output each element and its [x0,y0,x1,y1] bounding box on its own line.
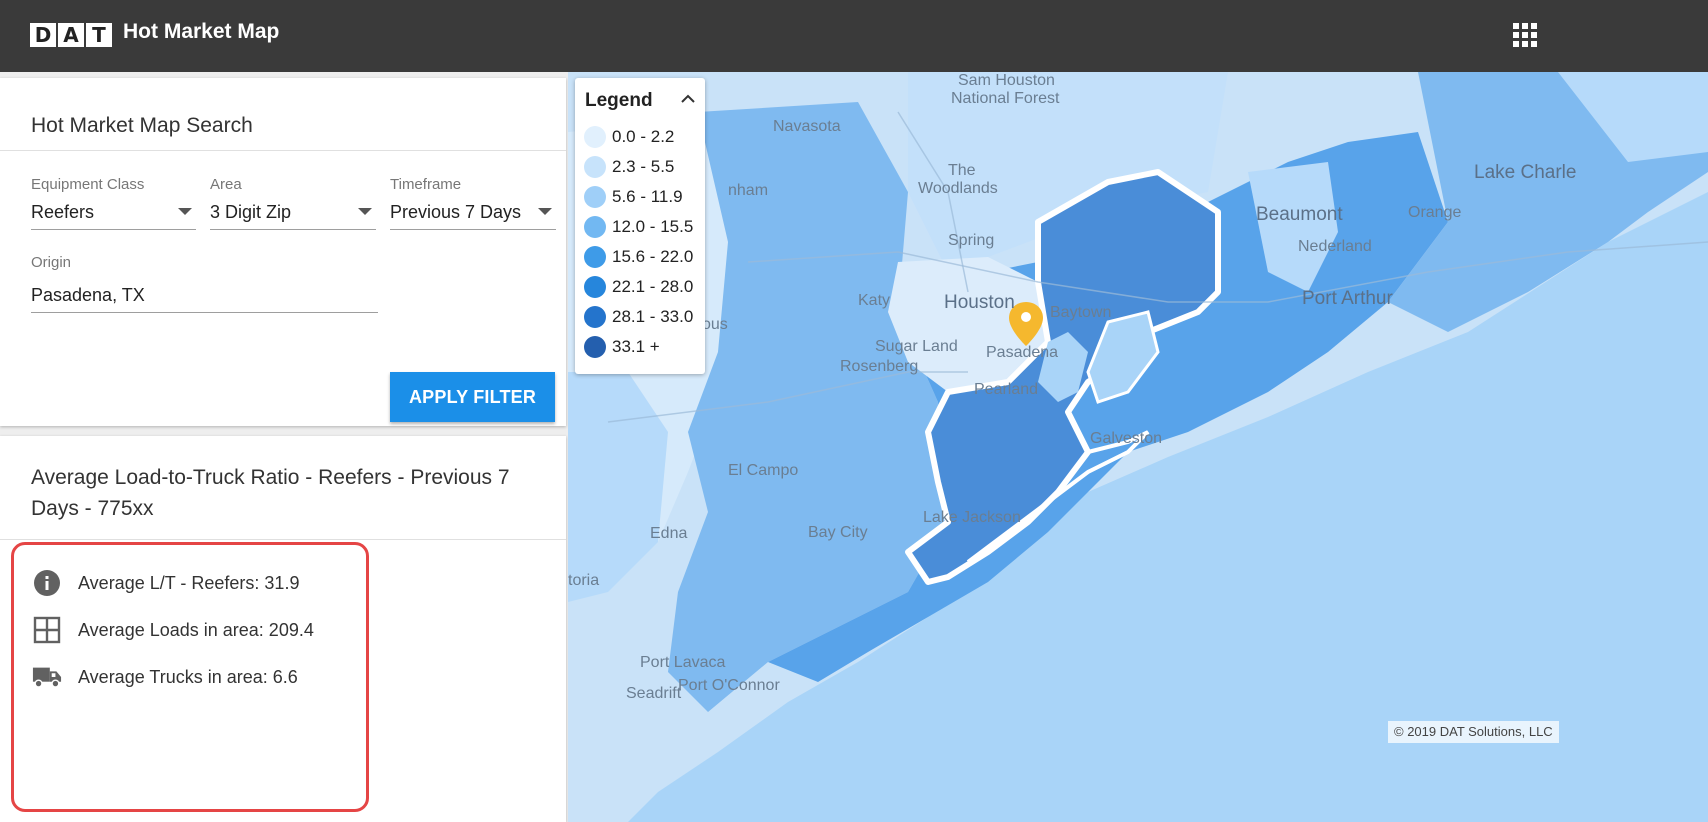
divider [0,150,566,151]
map-label: Port O'Connor [678,677,780,694]
chevron-down-icon [538,208,552,215]
logo-letter-t: T [86,23,112,47]
equipment-class-value: Reefers [31,202,95,222]
search-card-title: Hot Market Map Search [31,114,253,137]
map-label: Port Arthur [1302,288,1393,309]
logo-letter-a: A [58,23,84,47]
map-label: Lake Jackson [923,509,1021,526]
equipment-class-label: Equipment Class [31,176,145,193]
map-label: The [948,162,976,179]
map-label: Sugar Land [875,338,958,355]
map-label: Navasota [773,118,841,135]
area-select[interactable]: 3 Digit Zip [210,198,376,230]
map-label: Spring [948,232,995,249]
legend-swatch [584,156,606,178]
legend-item: 12.0 - 15.5 [584,215,693,239]
legend-range: 15.6 - 22.0 [612,247,694,266]
map-legend: Legend 0.0 - 2.2 2.3 - 5.5 5.6 - 11.9 12… [575,78,705,374]
area-label: Area [210,176,242,193]
highlight-annotation [11,542,369,812]
logo-letter-d: D [30,23,56,47]
legend-swatch [584,246,606,268]
timeframe-value: Previous 7 Days [390,202,522,222]
timeframe-label: Timeframe [390,176,462,193]
legend-item: 5.6 - 11.9 [584,185,683,209]
map-label: Bay City [808,524,868,541]
map-label: nham [728,182,769,199]
legend-item: 28.1 - 33.0 [584,305,693,329]
legend-item: 0.0 - 2.2 [584,125,674,149]
app-title: Hot Market Map [123,20,280,43]
legend-swatch [584,186,606,208]
legend-range: 22.1 - 28.0 [612,277,694,296]
apply-filter-button[interactable]: APPLY FILTER [390,372,555,422]
top-app-bar: D A T Hot Market Map [0,0,1708,72]
area-value: 3 Digit Zip [210,202,292,222]
legend-range: 0.0 - 2.2 [612,127,675,146]
divider [0,539,566,540]
map-label: toria [568,572,600,589]
equipment-class-select[interactable]: Reefers [31,198,196,230]
map-label: Rosenberg [840,358,919,375]
map-label: Nederland [1298,238,1372,255]
result-title: Average Load-to-Truck Ratio - Reefers - … [31,466,510,520]
hot-market-map[interactable]: Sam Houston National Forest Navasota The… [568,72,1708,822]
legend-range: 2.3 - 5.5 [612,157,675,176]
legend-range: 33.1 + [612,337,660,356]
chevron-up-icon[interactable] [681,92,695,106]
legend-range: 12.0 - 15.5 [612,217,694,236]
map-label: Beaumont [1256,204,1343,225]
map-label: Sam Houston [958,72,1055,89]
legend-item: 33.1 + [584,335,660,359]
legend-swatch [584,216,606,238]
legend-range: 28.1 - 33.0 [612,307,694,326]
apps-grid-icon[interactable] [1513,23,1537,47]
chevron-down-icon [178,208,192,215]
legend-swatch [584,126,606,148]
map-label: Galveston [1090,430,1163,447]
map-label: Woodlands [918,180,998,197]
map-label: ous [702,316,728,333]
map-label: Edna [650,525,688,542]
timeframe-select[interactable]: Previous 7 Days [390,198,556,230]
legend-swatch [584,306,606,328]
map-label: Houston [944,292,1015,313]
legend-swatch [584,276,606,298]
legend-range: 5.6 - 11.9 [612,187,683,206]
dat-logo[interactable]: D A T [30,23,112,47]
left-panel: Hot Market Map Search Equipment Class Re… [0,72,568,822]
legend-item: 2.3 - 5.5 [584,155,674,179]
legend-item: 22.1 - 28.0 [584,275,693,299]
map-label: Katy [858,292,891,309]
legend-item: 15.6 - 22.0 [584,245,693,269]
map-label: Pearland [974,381,1039,398]
map-label: Lake Charle [1474,162,1577,183]
map-label: Port Lavaca [640,654,726,671]
legend-swatch [584,336,606,358]
map-label: Baytown [1050,304,1112,321]
map-label: Seadrift [626,685,682,702]
map-copyright: © 2019 DAT Solutions, LLC [1388,721,1559,743]
chevron-down-icon [358,208,372,215]
map-label: National Forest [951,90,1060,107]
origin-input[interactable] [31,279,378,313]
search-card: Hot Market Map Search Equipment Class Re… [0,78,566,426]
map-label: El Campo [728,462,799,479]
map-label: Orange [1408,204,1462,221]
map-label: Pasadena [986,344,1059,361]
legend-title: Legend [585,90,653,111]
origin-label: Origin [31,254,72,271]
